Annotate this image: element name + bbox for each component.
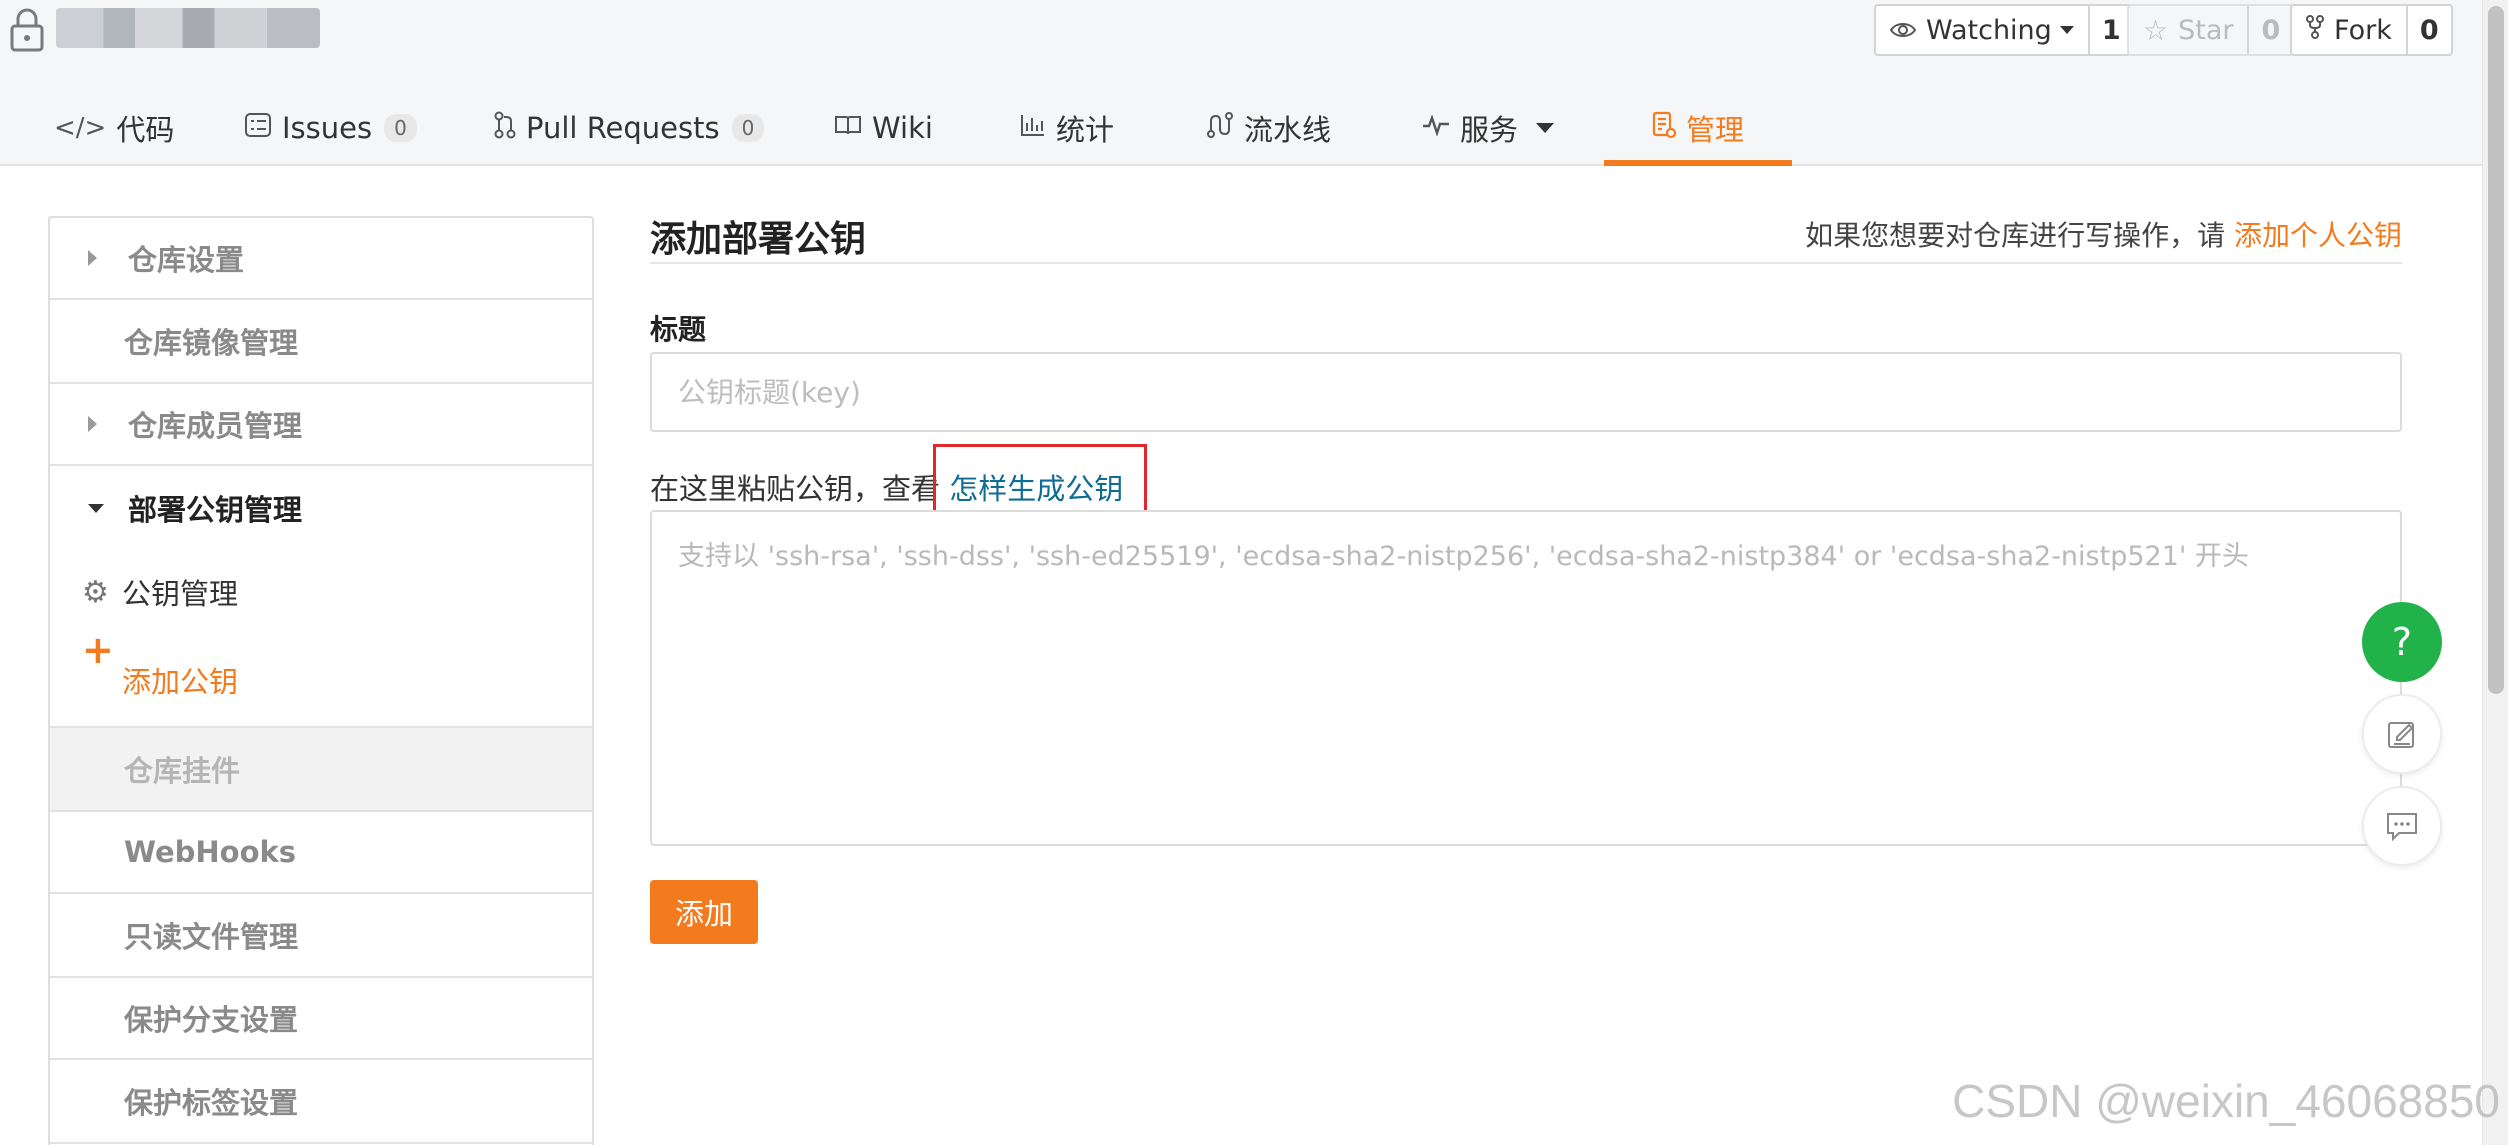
- sidebar-item-label: WebHooks: [124, 835, 297, 869]
- key-title-input[interactable]: [650, 352, 2402, 432]
- page-title: 添加部署公钥: [650, 219, 867, 260]
- code-icon: </>: [54, 113, 107, 143]
- tab-statistics-label: 统计: [1056, 113, 1115, 147]
- chevron-right-icon: [88, 416, 97, 432]
- sidebar-item-repo-members[interactable]: 仓库成员管理: [50, 384, 592, 466]
- sidebar-item-label: 公钥管理: [122, 577, 239, 611]
- pulse-icon: [1422, 113, 1450, 143]
- sidebar-item-readonly-files[interactable]: 只读文件管理: [50, 894, 592, 978]
- help-button[interactable]: ?: [2362, 602, 2442, 682]
- sidebar-item-label: 只读文件管理: [124, 920, 299, 954]
- tab-code-label: 代码: [116, 113, 175, 147]
- personal-key-hint: 如果您想要对仓库进行写操作，请 添加个人公钥: [1805, 214, 2402, 254]
- hint-text: 如果您想要对仓库进行写操作，请: [1805, 219, 2234, 252]
- manage-icon: [1652, 111, 1677, 146]
- title-field-label: 标题: [650, 313, 707, 346]
- sidebar-item-deploy-keys[interactable]: 部署公钥管理: [50, 466, 592, 550]
- watching-button-group[interactable]: Watching 1: [1874, 4, 2135, 56]
- sidebar-item-protected-tags[interactable]: 保护标签设置: [50, 1060, 592, 1144]
- chevron-down-icon: [88, 503, 104, 513]
- issues-count-badge: 0: [384, 114, 417, 142]
- star-icon: ☆: [2143, 13, 2169, 47]
- edit-icon: [2388, 722, 2414, 748]
- chevron-down-icon: [1536, 123, 1555, 133]
- chat-icon: [2387, 813, 2417, 842]
- fork-button[interactable]: Fork: [2292, 6, 2406, 54]
- sidebar-item-label: 部署公钥管理: [128, 493, 303, 527]
- sidebar-item-webhooks[interactable]: WebHooks: [50, 812, 592, 894]
- tab-services-label: 服务: [1460, 113, 1519, 147]
- tab-wiki-label: Wiki: [872, 111, 933, 145]
- pull-request-icon: [494, 111, 516, 146]
- sidebar-item-label: 仓库成员管理: [128, 409, 303, 443]
- sidebar-item-label: 仓库挂件: [124, 754, 241, 788]
- fork-count[interactable]: 0: [2405, 6, 2451, 54]
- tab-pipeline[interactable]: 流水线: [1206, 90, 1331, 166]
- add-personal-key-link[interactable]: 添加个人公钥: [2234, 219, 2402, 252]
- fork-button-group[interactable]: Fork 0: [2290, 4, 2453, 56]
- chat-button[interactable]: [2362, 786, 2442, 866]
- tab-pipeline-label: 流水线: [1244, 113, 1332, 147]
- watching-count[interactable]: 1: [2087, 6, 2133, 54]
- tab-manage[interactable]: 管理: [1604, 90, 1792, 166]
- sidebar-item-repo-settings[interactable]: 仓库设置: [50, 218, 592, 300]
- tab-pull-requests[interactable]: Pull Requests 0: [494, 90, 765, 166]
- pipeline-icon: [1206, 111, 1234, 146]
- star-label: Star: [2178, 14, 2234, 46]
- book-icon: [834, 113, 862, 143]
- chevron-down-icon: [2059, 26, 2074, 34]
- tab-pull-requests-label: Pull Requests: [526, 111, 720, 145]
- issues-icon: [244, 112, 272, 145]
- public-key-textarea[interactable]: [650, 510, 2402, 846]
- eye-icon: [1889, 15, 1917, 46]
- sidebar-item-key-management[interactable]: ⚙ 公钥管理: [50, 550, 592, 634]
- tab-code[interactable]: </> 代码: [54, 90, 174, 166]
- lock-icon: [10, 8, 44, 52]
- add-button[interactable]: 添加: [650, 880, 758, 944]
- tab-manage-label: 管理: [1685, 113, 1744, 147]
- sidebar-item-repo-widgets[interactable]: 仓库挂件: [50, 728, 592, 812]
- tab-issues-label: Issues: [282, 111, 373, 145]
- watching-label: Watching: [1926, 14, 2052, 46]
- star-button-group[interactable]: ☆ Star 0: [2127, 4, 2295, 56]
- settings-sidebar: 仓库设置 仓库镜像管理 仓库成员管理 部署公钥管理 ⚙ 公钥管理 + 添加公钥 …: [48, 216, 594, 1145]
- tab-statistics[interactable]: 统计: [1020, 90, 1114, 166]
- star-count[interactable]: 0: [2247, 6, 2292, 54]
- repo-header: Watching 1 ☆ Star 0 Fork 0 </> 代码 Issues…: [0, 0, 2482, 166]
- sidebar-item-label: 保护分支设置: [124, 1003, 299, 1037]
- star-button[interactable]: ☆ Star: [2129, 6, 2247, 54]
- title-divider: [650, 262, 2402, 264]
- sidebar-item-label: 添加公钥: [122, 665, 239, 699]
- sidebar-item-label: 仓库设置: [128, 243, 245, 277]
- paste-key-text: 在这里粘贴公钥，查看: [650, 472, 950, 506]
- sidebar-item-label: 保护标签设置: [124, 1086, 299, 1120]
- sidebar-item-add-key[interactable]: + 添加公钥: [50, 628, 592, 728]
- chevron-right-icon: [88, 250, 97, 266]
- fork-label: Fork: [2334, 14, 2392, 46]
- tab-wiki[interactable]: Wiki: [834, 90, 933, 166]
- feedback-edit-button[interactable]: [2362, 694, 2442, 774]
- help-label: ?: [2391, 620, 2413, 664]
- sidebar-item-label: 仓库镜像管理: [124, 326, 299, 360]
- pull-requests-count-badge: 0: [731, 114, 765, 142]
- fork-icon: [2306, 14, 2324, 46]
- page-scrollbar[interactable]: [2482, 0, 2508, 1145]
- watching-button[interactable]: Watching: [1876, 6, 2088, 54]
- sidebar-item-protected-branches[interactable]: 保护分支设置: [50, 978, 592, 1060]
- gear-icon: ⚙: [82, 574, 109, 610]
- plus-icon: +: [82, 628, 114, 672]
- bar-chart-icon: [1020, 113, 1046, 144]
- tab-services[interactable]: 服务: [1422, 90, 1555, 166]
- sidebar-item-repo-mirror[interactable]: 仓库镜像管理: [50, 300, 592, 384]
- tab-issues[interactable]: Issues 0: [244, 90, 417, 166]
- scrollbar-thumb[interactable]: [2488, 6, 2504, 694]
- csdn-watermark: CSDN @weixin_46068850: [1952, 1075, 2500, 1127]
- repo-name-blurred[interactable]: [56, 8, 320, 48]
